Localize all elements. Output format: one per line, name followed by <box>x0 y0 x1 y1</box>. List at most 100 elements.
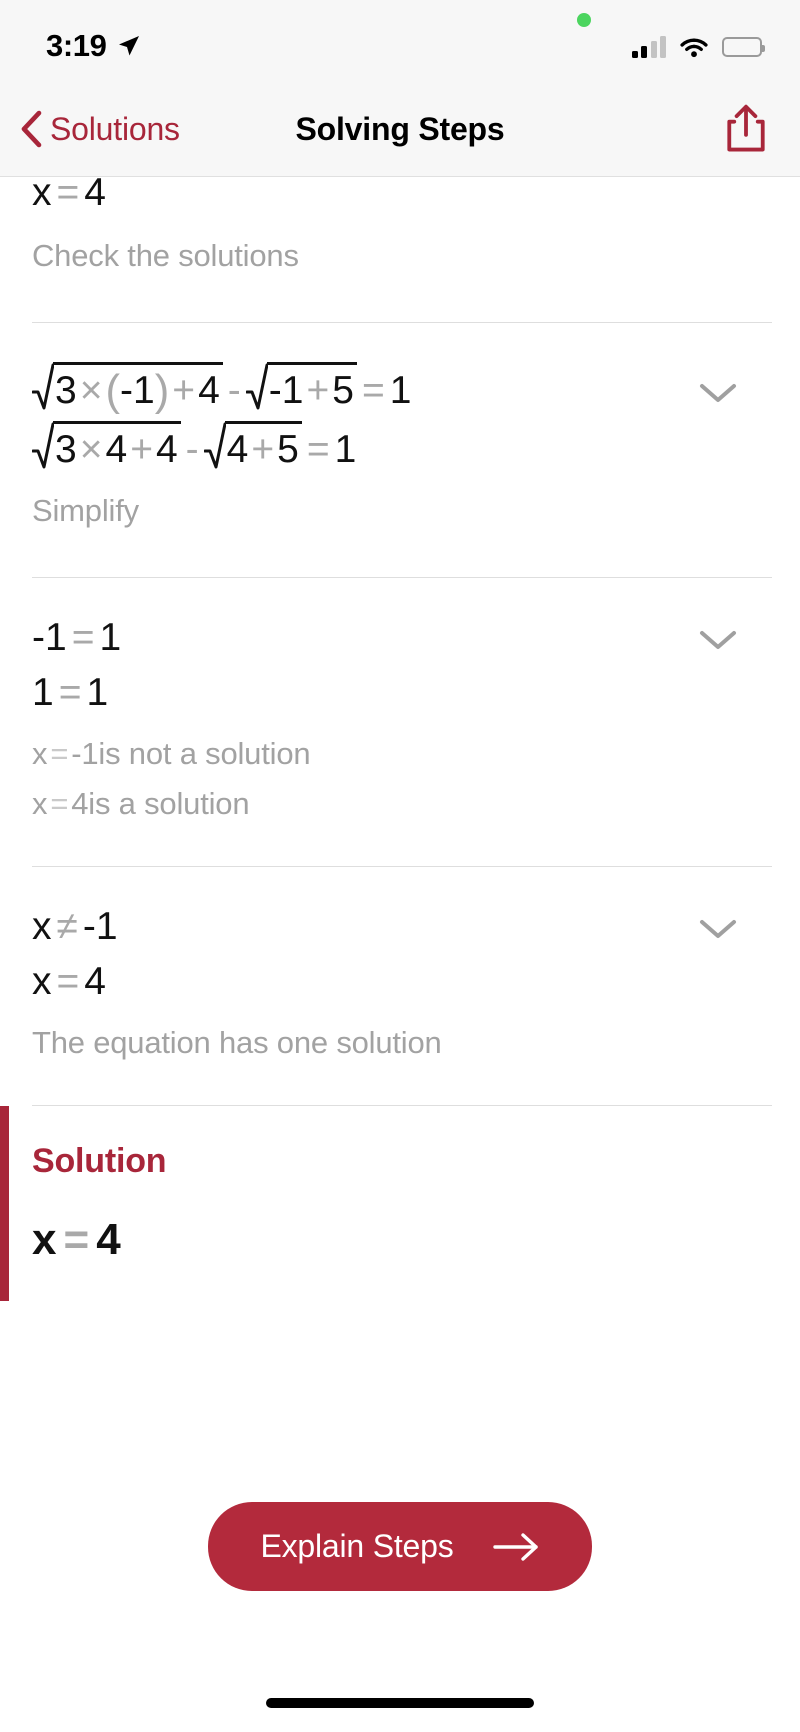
green-recording-dot <box>577 13 591 27</box>
math-token: 4 <box>84 177 106 214</box>
radical-expression: 4 + 5 <box>203 416 302 471</box>
solution-block: Solution x = 4 <box>0 1106 800 1301</box>
math-token: x <box>32 960 52 1003</box>
explain-steps-label: Explain Steps <box>260 1528 454 1564</box>
math-token: × <box>79 369 103 412</box>
wifi-icon <box>680 38 708 58</box>
solution-operator: = <box>63 1215 90 1264</box>
chevron-down-icon[interactable] <box>698 628 738 652</box>
math-token: 1 <box>334 428 357 471</box>
status-bar-time: 3:19 <box>46 28 107 63</box>
math-token: x <box>32 177 52 214</box>
math-token: = <box>58 671 82 714</box>
math-token: - <box>227 369 241 412</box>
cellular-signal-icon <box>631 36 666 58</box>
math-line-radical: 3 × 4 + 4 - 4 + 5 = 1 <box>32 416 772 469</box>
solution-value: 4 <box>96 1215 121 1264</box>
math-token: + <box>130 428 153 471</box>
math-line: x = 4 <box>32 962 772 1001</box>
math-token: 1 <box>133 369 155 412</box>
math-line: 1 = 1 <box>32 673 772 712</box>
math-token: × <box>79 428 103 471</box>
math-token: 4 <box>198 369 220 412</box>
navigation-bar: Solutions Solving Steps <box>0 82 800 177</box>
math-line: - 1 = 1 <box>32 618 772 657</box>
math-token: = <box>306 428 330 471</box>
math-token: - <box>268 369 282 412</box>
solution-variable: x <box>32 1215 57 1264</box>
math-line-radical: 3 × ( - 1 ) + 4 - - 1 + 5 = 1 <box>32 357 772 416</box>
math-token: = <box>361 369 385 412</box>
home-indicator <box>266 1698 534 1708</box>
solution-answer: x = 4 <box>32 1215 772 1265</box>
location-arrow-icon <box>119 36 140 56</box>
footer-area: Explain Steps <box>0 1402 800 1732</box>
radical-sign-icon <box>32 363 54 410</box>
caption-token: is a solution <box>88 786 250 821</box>
math-token: = <box>56 960 80 1003</box>
step-substitute[interactable]: 3 × ( - 1 ) + 4 - - 1 + 5 = 1 3 × 4 + 4 … <box>0 323 800 529</box>
step-evaluate[interactable]: - 1 = 1 1 = 1 x = -1 is not a solution x… <box>0 578 800 822</box>
math-token: 4 <box>84 960 106 1003</box>
chevron-down-icon[interactable] <box>698 917 738 941</box>
step-caption: Simplify <box>32 493 139 528</box>
step-check-solutions[interactable]: x = 4 Check the solutions <box>0 177 800 274</box>
status-bar-left: 3:19 <box>46 28 141 64</box>
math-token: + <box>251 428 275 471</box>
math-token: 4 <box>105 428 128 471</box>
radical-expression: 3 × ( - 1 ) + 4 <box>32 357 223 416</box>
math-token: 1 <box>45 616 67 659</box>
arrow-right-icon <box>492 1532 538 1561</box>
steps-scroll-area[interactable]: x = 4 Check the solutions 3 × (- 1) + … <box>0 177 800 1732</box>
caption-token: 4 <box>71 786 89 821</box>
caption-token: is not a solution <box>98 736 311 771</box>
math-token: ) <box>154 366 170 416</box>
math-token: - <box>32 616 45 659</box>
status-bar-right <box>631 36 765 58</box>
math-token: 3 <box>55 428 77 471</box>
solution-title: Solution <box>32 1142 167 1180</box>
math-token: - <box>120 369 134 412</box>
math-token: 1 <box>86 671 109 714</box>
math-token: = <box>56 177 80 214</box>
math-token: ( <box>105 366 121 416</box>
math-token: + <box>306 369 330 412</box>
back-button[interactable]: Solutions <box>20 110 180 148</box>
caption-token: -1 <box>71 736 99 771</box>
share-icon[interactable] <box>724 104 768 154</box>
math-token: = <box>71 616 95 659</box>
math-token: + <box>172 369 196 412</box>
math-token: 5 <box>277 428 299 471</box>
step-caption: Check the solutions <box>32 238 299 273</box>
chevron-left-icon <box>21 110 42 148</box>
step-conclusion[interactable]: x ≠ -1 x = 4 The equation has one soluti… <box>0 867 800 1061</box>
battery-icon <box>722 37 765 57</box>
radical-expression: - 1 + 5 <box>245 357 357 412</box>
math-line: x = 4 <box>32 177 772 212</box>
math-token: - <box>185 428 199 471</box>
step-caption: x = 4 is a solution <box>32 786 772 822</box>
math-token: 4 <box>226 428 249 471</box>
step-caption: x = -1 is not a solution <box>32 736 772 772</box>
step-caption: The equation has one solution <box>32 1025 442 1060</box>
radical-sign-icon <box>245 363 268 410</box>
status-bar: 3:19 <box>0 0 800 82</box>
radical-sign-icon <box>32 422 54 469</box>
math-token: x <box>32 905 52 948</box>
math-token: 1 <box>99 616 122 659</box>
radical-expression: 3 × 4 + 4 <box>32 416 181 469</box>
math-token: 1 <box>281 369 304 412</box>
math-token: 1 <box>32 671 54 714</box>
radical-sign-icon <box>203 422 226 469</box>
explain-steps-button[interactable]: Explain Steps <box>208 1502 592 1591</box>
back-button-label: Solutions <box>50 110 180 147</box>
chevron-down-icon[interactable] <box>698 381 738 405</box>
math-token: ≠ <box>56 905 78 948</box>
math-token: 1 <box>389 369 412 412</box>
math-token: -1 <box>82 905 118 948</box>
caption-token: = <box>50 786 69 821</box>
caption-token: = <box>50 736 69 771</box>
caption-token: x <box>32 736 48 771</box>
math-line: x ≠ -1 <box>32 907 772 946</box>
solution-accent-bar <box>0 1106 9 1301</box>
